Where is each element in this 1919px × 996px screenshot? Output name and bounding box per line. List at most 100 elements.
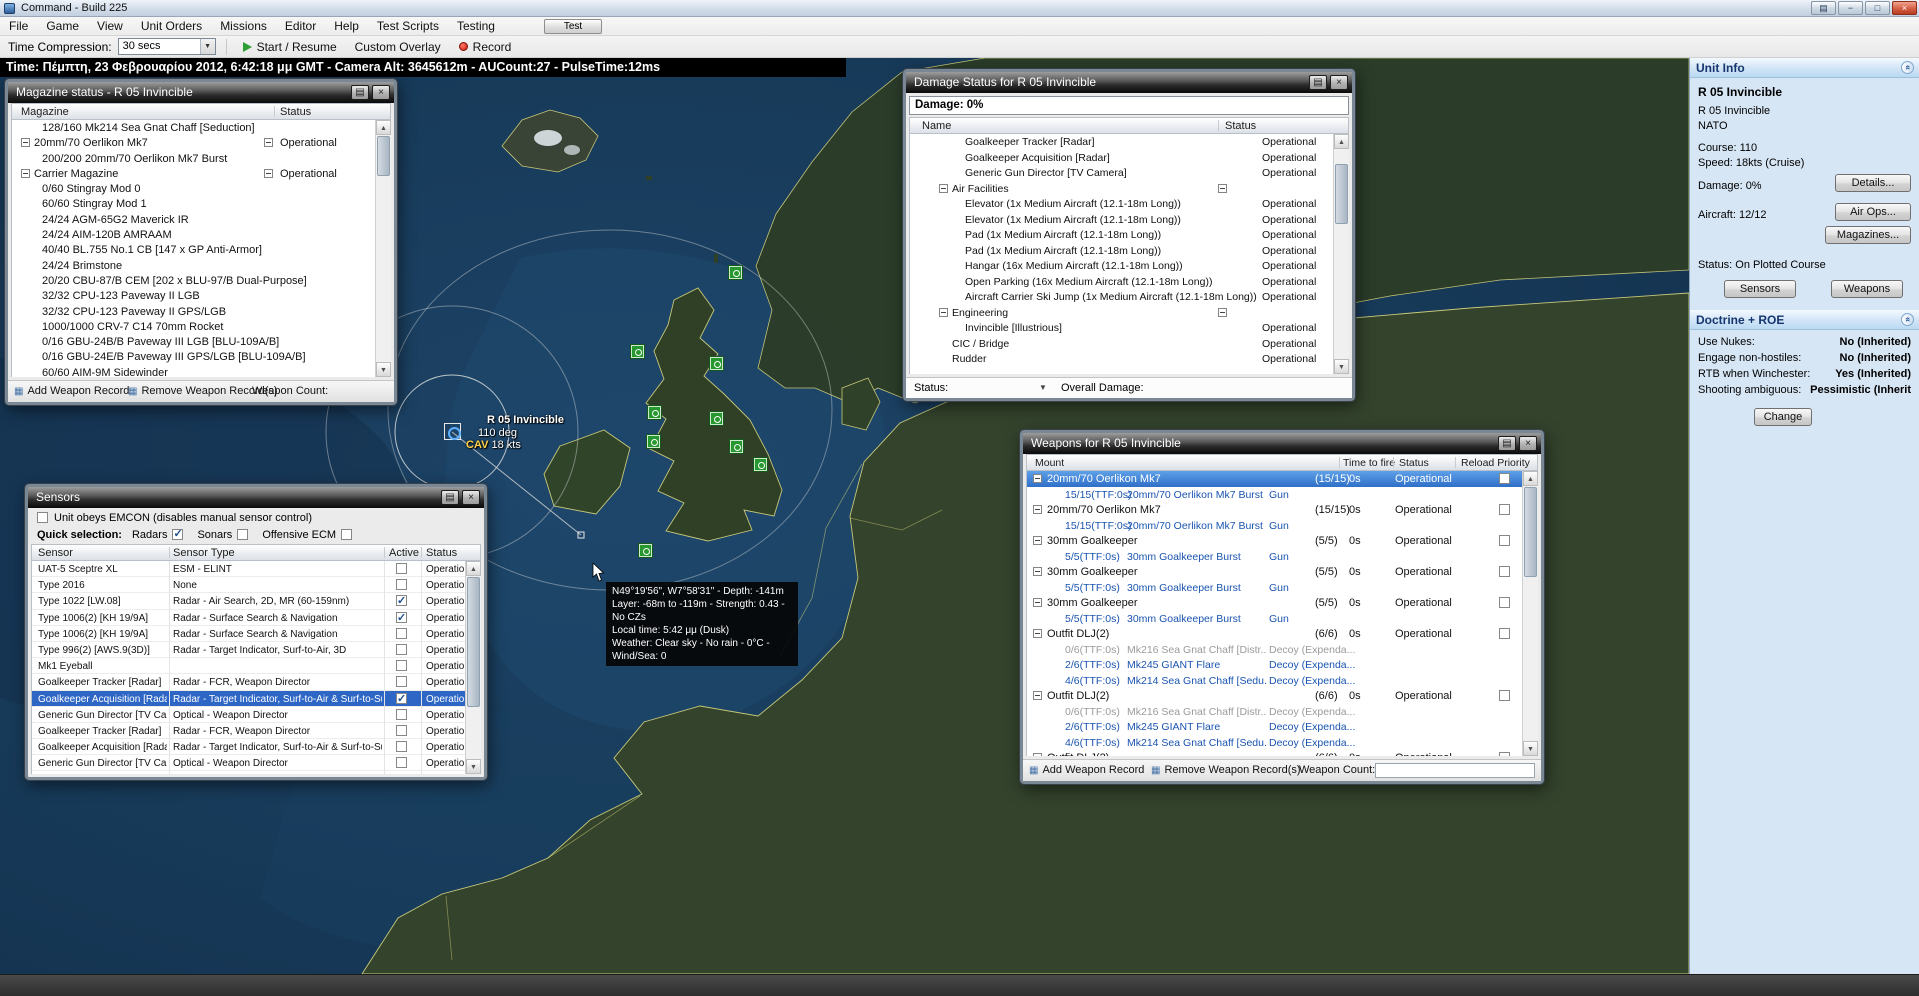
column-status[interactable]: Status xyxy=(280,106,311,118)
reload-priority-checkbox[interactable] xyxy=(1499,566,1510,577)
menu-item[interactable]: Game xyxy=(37,19,88,33)
airbase-marker[interactable] xyxy=(648,406,661,419)
sensor-row[interactable]: Goalkeeper Acquisition [Radar] Radar - T… xyxy=(32,739,465,755)
sensor-active-checkbox[interactable] xyxy=(396,612,407,623)
reload-priority-checkbox[interactable] xyxy=(1499,597,1510,608)
sensors-window-titlebar[interactable]: Sensors ▤ × xyxy=(28,487,484,508)
magazine-row[interactable]: 32/32 CPU-123 Paveway II GPS/LGB xyxy=(12,304,391,319)
weapon-row[interactable]: Outfit DLJ(2) (6/6) 0s Operational xyxy=(1027,688,1522,704)
weapon-row[interactable]: Outfit DLJ(2) (6/6) 0s Operational xyxy=(1027,750,1522,756)
quick-option-checkbox[interactable] xyxy=(172,529,183,540)
sensors-column-header[interactable]: Sensor Sensor Type Active Status xyxy=(31,544,481,561)
column-status[interactable]: Status xyxy=(1225,120,1256,132)
window-menu-icon[interactable]: ▤ xyxy=(441,490,459,505)
scroll-down-icon[interactable]: ▼ xyxy=(1523,741,1538,756)
close-icon[interactable]: × xyxy=(372,85,390,100)
airbase-marker[interactable] xyxy=(729,266,742,279)
weapons-column-header[interactable]: Mount Time to fire Status Reload Priorit… xyxy=(1026,454,1538,471)
maximize-icon[interactable]: □ xyxy=(1865,1,1890,15)
expander-icon[interactable] xyxy=(1033,567,1042,576)
menu-item[interactable]: View xyxy=(88,19,132,33)
expander-icon[interactable] xyxy=(1033,536,1042,545)
add-weapon-record-button[interactable]: ▦Add Weapon Record xyxy=(14,385,129,397)
magazine-row[interactable]: 20mm/70 Oerlikon Mk7 Operational xyxy=(12,135,391,150)
weapon-row[interactable]: 5/5(TTF:0s) 30mm Goalkeeper Burst Gun xyxy=(1027,549,1522,565)
weapon-row[interactable]: 4/6(TTF:0s) Mk214 Sea Gnat Chaff [Sedu..… xyxy=(1027,735,1522,751)
damage-component-row[interactable]: Hangar (16x Medium Aircraft (12.1-18m Lo… xyxy=(910,258,1333,274)
expander-icon[interactable] xyxy=(1218,308,1227,317)
weapon-count-field[interactable] xyxy=(1375,763,1535,778)
weapon-row[interactable]: 15/15(TTF:0s) 20mm/70 Oerlikon Mk7 Burst… xyxy=(1027,518,1522,534)
damage-component-row[interactable]: Elevator (1x Medium Aircraft (12.1-18m L… xyxy=(910,196,1333,212)
damage-component-row[interactable]: Elevator (1x Medium Aircraft (12.1-18m L… xyxy=(910,212,1333,228)
expander-icon[interactable] xyxy=(1033,598,1042,607)
air-ops-button[interactable]: Air Ops... xyxy=(1835,203,1911,221)
weapon-row[interactable]: Outfit DLJ(2) (6/6) 0s Operational xyxy=(1027,626,1522,642)
sensor-active-checkbox[interactable] xyxy=(396,563,407,574)
expander-icon[interactable] xyxy=(939,184,948,193)
reload-priority-checkbox[interactable] xyxy=(1499,628,1510,639)
scrollbar[interactable]: ▲ ▼ xyxy=(1522,471,1538,756)
expander-icon[interactable] xyxy=(1033,505,1042,514)
scroll-down-icon[interactable]: ▼ xyxy=(466,759,481,774)
dropdown-caret-icon[interactable]: ▼ xyxy=(1039,383,1047,392)
airbase-marker[interactable] xyxy=(710,412,723,425)
scroll-thumb[interactable] xyxy=(1524,487,1537,577)
sensor-row[interactable]: Generic Gun Director [TV Camera] Optical… xyxy=(32,755,465,771)
custom-overlay-button[interactable]: Custom Overlay xyxy=(349,39,447,55)
expander-icon[interactable] xyxy=(1033,629,1042,638)
magazine-row[interactable]: 40/40 BL.755 No.1 CB [147 x GP Anti-Armo… xyxy=(12,242,391,257)
sensor-row[interactable]: Goalkeeper Tracker [Radar] Radar - FCR, … xyxy=(32,723,465,739)
magazine-row[interactable]: 200/200 20mm/70 Oerlikon Mk7 Burst xyxy=(12,151,391,166)
damage-component-row[interactable]: Open Parking (16x Medium Aircraft (12.1-… xyxy=(910,274,1333,290)
close-icon[interactable]: × xyxy=(1892,1,1917,15)
airbase-marker[interactable] xyxy=(730,440,743,453)
titlebar-extra-icon[interactable]: ▤ xyxy=(1811,1,1836,15)
menu-item[interactable]: Help xyxy=(325,19,368,33)
magazine-row[interactable]: 1000/1000 CRV-7 C14 70mm Rocket xyxy=(12,319,391,334)
scroll-up-icon[interactable]: ▲ xyxy=(466,561,481,576)
magazine-row[interactable]: Carrier Magazine Operational xyxy=(12,166,391,181)
magazines-button[interactable]: Magazines... xyxy=(1825,226,1911,244)
reload-priority-checkbox[interactable] xyxy=(1499,535,1510,546)
weapon-row[interactable]: 30mm Goalkeeper (5/5) 0s Operational xyxy=(1027,564,1522,580)
time-compression-dropdown[interactable]: 30 secs ▼ xyxy=(118,38,216,55)
close-icon[interactable]: × xyxy=(1519,436,1537,451)
damage-component-row[interactable]: Goalkeeper Tracker [Radar] Operational xyxy=(910,134,1333,150)
sensor-row[interactable]: Generic Gun Director [TV Camera] Optical… xyxy=(32,707,465,723)
sensor-row[interactable]: Type 996(2) [AWS.9(3D)] Radar - Target I… xyxy=(32,642,465,658)
column-active[interactable]: Active xyxy=(389,547,419,559)
expander-icon[interactable] xyxy=(264,138,273,147)
expander-icon[interactable] xyxy=(1033,474,1042,483)
doctrine-header[interactable]: Doctrine + ROE » xyxy=(1690,310,1919,330)
column-sensor[interactable]: Sensor xyxy=(38,547,73,559)
collapse-chevron-icon[interactable]: » xyxy=(1901,313,1914,326)
column-status[interactable]: Status xyxy=(426,547,457,559)
sensor-active-checkbox[interactable] xyxy=(396,628,407,639)
scroll-up-icon[interactable]: ▲ xyxy=(376,120,391,135)
damage-component-row[interactable]: Pad (1x Medium Aircraft (12.1-18m Long))… xyxy=(910,243,1333,259)
damage-component-row[interactable]: Air Facilities xyxy=(910,181,1333,197)
details-button[interactable]: Details... xyxy=(1835,174,1911,192)
magazine-row[interactable]: 24/24 AGM-65G2 Maverick IR xyxy=(12,212,391,227)
menu-item[interactable]: Missions xyxy=(211,19,276,33)
expander-icon[interactable] xyxy=(21,138,30,147)
sensor-active-checkbox[interactable] xyxy=(396,676,407,687)
scroll-up-icon[interactable]: ▲ xyxy=(1523,471,1538,486)
menu-item[interactable]: Testing xyxy=(448,19,504,33)
weapon-row[interactable]: 2/6(TTF:0s) Mk245 GIANT Flare Decoy (Exp… xyxy=(1027,719,1522,735)
dropdown-caret-icon[interactable]: ▼ xyxy=(200,39,215,54)
magazine-row[interactable]: 0/16 GBU-24B/B Paveway III LGB [BLU-109A… xyxy=(12,334,391,349)
weapon-row[interactable]: 5/5(TTF:0s) 30mm Goalkeeper Burst Gun xyxy=(1027,580,1522,596)
close-icon[interactable]: × xyxy=(1330,75,1348,90)
sensor-active-checkbox[interactable] xyxy=(396,757,407,768)
magazine-row[interactable]: 24/24 AIM-120B AMRAAM xyxy=(12,227,391,242)
magazine-row[interactable]: 0/60 Stingray Mod 0 xyxy=(12,181,391,196)
weapons-button[interactable]: Weapons xyxy=(1831,280,1903,298)
scroll-thumb[interactable] xyxy=(1335,164,1348,224)
sensor-row[interactable]: Goalkeeper Acquisition [Radar] Radar - T… xyxy=(32,691,465,707)
magazine-row[interactable]: 32/32 CPU-123 Paveway II LGB xyxy=(12,288,391,303)
quick-selection-option[interactable]: Sonars xyxy=(197,529,248,541)
damage-window-titlebar[interactable]: Damage Status for R 05 Invincible ▤ × xyxy=(906,72,1352,93)
column-name[interactable]: Name xyxy=(922,120,951,132)
